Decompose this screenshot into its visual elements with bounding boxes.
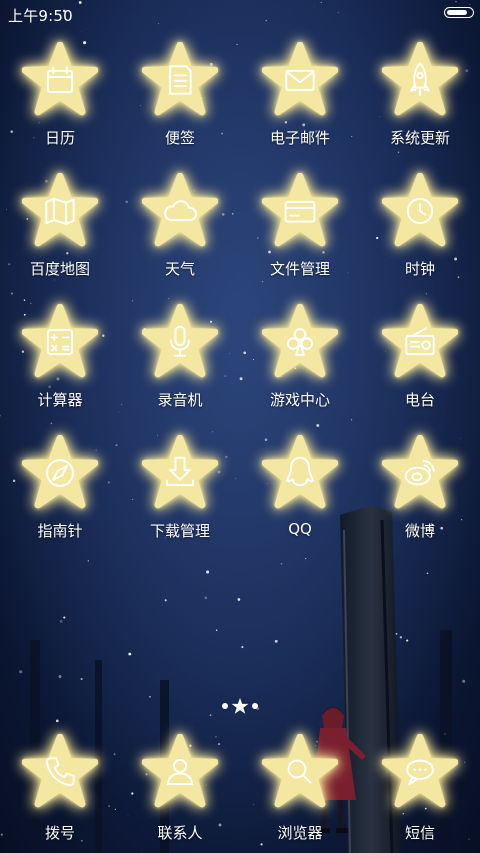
folder-card-icon	[262, 173, 338, 249]
search-icon	[262, 734, 338, 810]
map-icon	[22, 173, 98, 249]
app-game-center[interactable]: 游戏中心	[240, 302, 360, 432]
app-weather[interactable]: 天气	[120, 171, 240, 301]
app-label: 录音机	[157, 391, 203, 409]
page-dot-1[interactable]	[222, 703, 228, 709]
calendar-icon	[22, 42, 98, 118]
notes-icon	[142, 42, 218, 118]
clock-icon	[382, 173, 458, 249]
app-label: 天气	[164, 260, 195, 278]
app-system-update[interactable]: 系统更新	[360, 40, 480, 170]
page-indicator[interactable]	[215, 696, 265, 716]
phone-icon	[22, 734, 98, 810]
app-baidu-map[interactable]: 百度地图	[0, 171, 120, 301]
app-label: 百度地图	[29, 260, 90, 278]
compass-icon	[22, 435, 98, 511]
app-label: QQ	[288, 520, 312, 538]
radio-icon	[382, 304, 458, 380]
app-label: 文件管理	[269, 260, 330, 278]
app-label: 拨号	[44, 824, 75, 842]
app-label: 时钟	[404, 260, 435, 278]
battery-fill	[447, 10, 467, 15]
status-bar: 上午9:50	[0, 0, 480, 28]
cloud-icon	[142, 173, 218, 249]
app-qq[interactable]: QQ	[240, 433, 360, 563]
app-notes[interactable]: 便签	[120, 40, 240, 170]
status-time: 上午9:50	[8, 7, 73, 25]
contact-icon	[142, 734, 218, 810]
app-compass[interactable]: 指南针	[0, 433, 120, 563]
message-icon	[382, 734, 458, 810]
app-label: 微博	[404, 522, 435, 540]
app-clock[interactable]: 时钟	[360, 171, 480, 301]
download-icon	[142, 435, 218, 511]
dock-contacts[interactable]: 联系人	[120, 732, 240, 848]
app-email[interactable]: 电子邮件	[240, 40, 360, 170]
app-recorder[interactable]: 录音机	[120, 302, 240, 432]
page-dot-current-star	[231, 697, 249, 714]
page-dot-3[interactable]	[252, 703, 258, 709]
dock: 拨号 联系人 浏览器 短信	[0, 732, 480, 848]
battery-icon	[444, 7, 474, 18]
app-label: 短信	[404, 824, 435, 842]
weibo-icon	[382, 435, 458, 511]
app-label: 系统更新	[389, 129, 450, 147]
dock-dialer[interactable]: 拨号	[0, 732, 120, 848]
app-download-manager[interactable]: 下载管理	[120, 433, 240, 563]
app-label: 游戏中心	[269, 391, 330, 409]
app-label: 便签	[164, 129, 195, 147]
dock-messages[interactable]: 短信	[360, 732, 480, 848]
app-grid: 日历 便签 电子邮件 系统更新 百度地图 天气 文件管理 时钟 计算器 录音机 …	[0, 40, 480, 560]
app-label: 日历	[44, 129, 75, 147]
mail-icon	[262, 42, 338, 118]
app-calendar[interactable]: 日历	[0, 40, 120, 170]
app-label: 指南针	[37, 522, 83, 540]
app-label: 下载管理	[149, 522, 210, 540]
app-label: 电子邮件	[269, 129, 330, 147]
app-label: 浏览器	[277, 824, 323, 842]
app-label: 电台	[404, 391, 435, 409]
app-radio[interactable]: 电台	[360, 302, 480, 432]
app-weibo[interactable]: 微博	[360, 433, 480, 563]
app-calculator[interactable]: 计算器	[0, 302, 120, 432]
app-file-manager[interactable]: 文件管理	[240, 171, 360, 301]
club-icon	[262, 304, 338, 380]
app-label: 联系人	[157, 824, 203, 842]
rocket-icon	[382, 42, 458, 118]
qq-penguin-icon	[262, 435, 338, 511]
dock-browser[interactable]: 浏览器	[240, 732, 360, 848]
app-label: 计算器	[37, 391, 83, 409]
microphone-icon	[142, 304, 218, 380]
calculator-icon	[22, 304, 98, 380]
